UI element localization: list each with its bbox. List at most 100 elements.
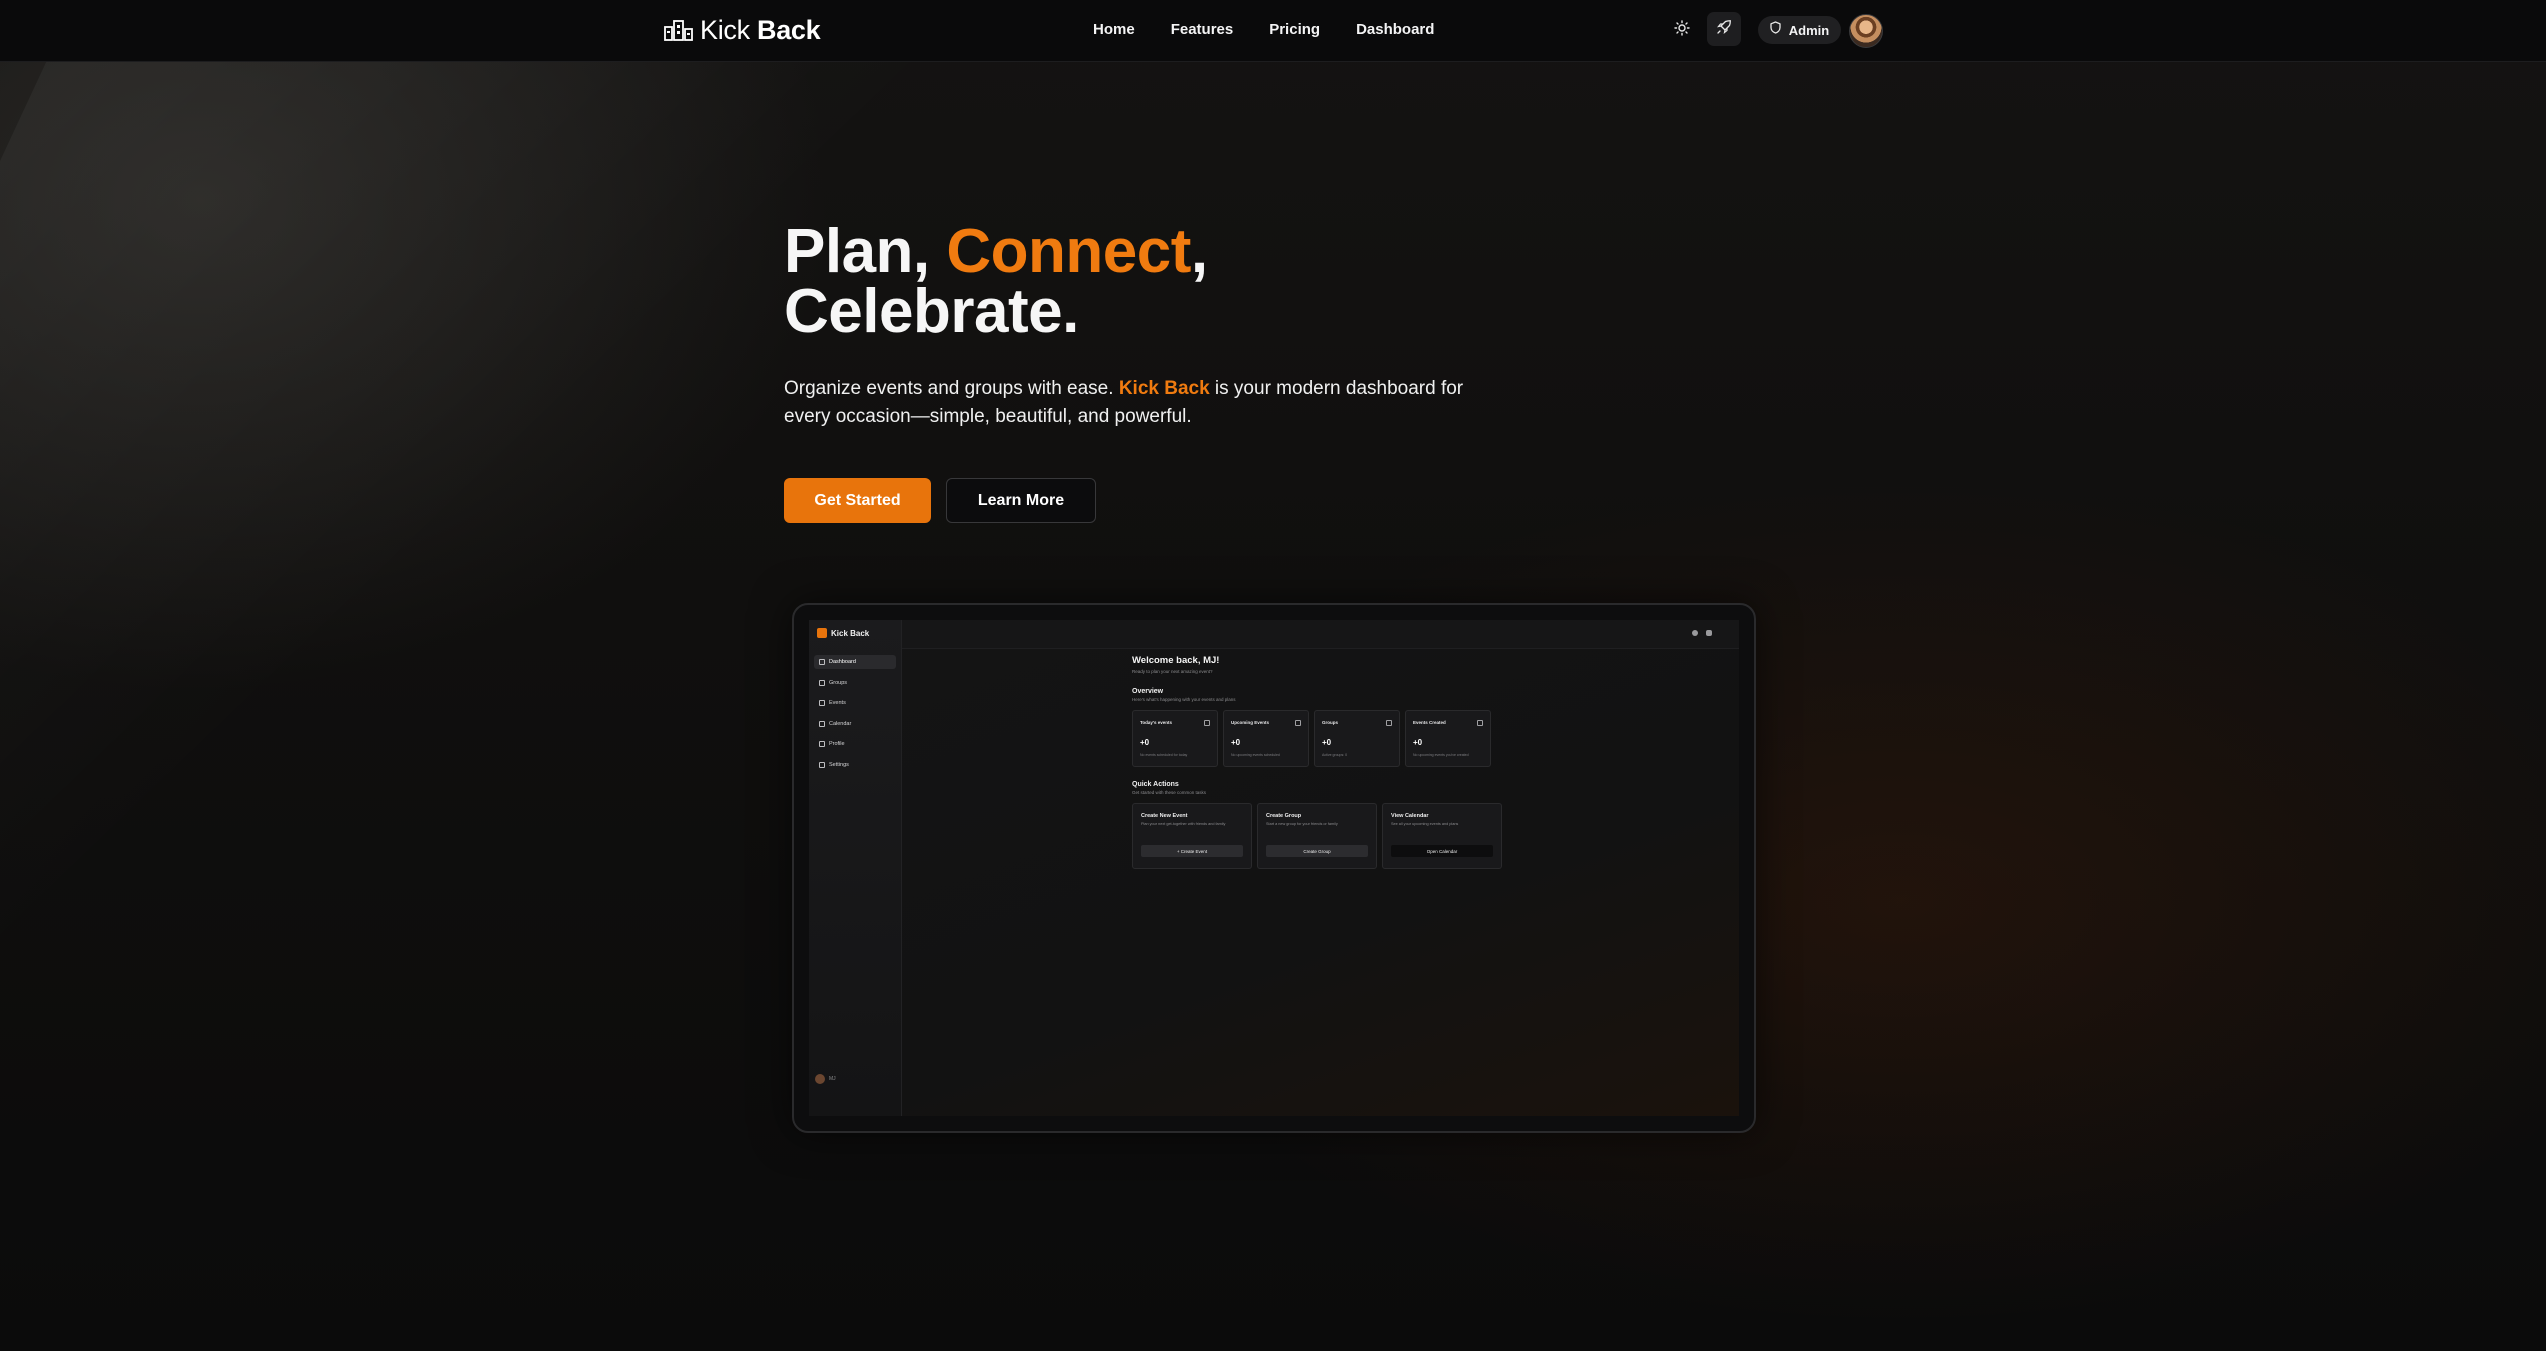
preview-avatar xyxy=(815,1074,825,1084)
preview-user: MJ xyxy=(815,1074,836,1084)
preview-sidebar-item-settings: Settings xyxy=(814,758,896,772)
stat-value: +0 xyxy=(1140,738,1150,747)
preview-sidebar-item-profile: Profile xyxy=(814,737,896,751)
admin-label: Admin xyxy=(1788,22,1830,38)
calendar-icon xyxy=(819,700,825,706)
hero-title-celebrate: Celebrate. xyxy=(784,277,1079,346)
preview-action-card: Create Group Start a new group for your … xyxy=(1257,803,1377,869)
calendar-icon xyxy=(1204,720,1210,726)
preview-sidebar-item-events: Events xyxy=(814,696,896,710)
stat-note: No upcoming events you've created xyxy=(1413,753,1469,757)
stat-value: +0 xyxy=(1322,738,1332,747)
action-title: Create New Event xyxy=(1141,813,1188,819)
preview-quick-actions-subtitle: Get started with these common tasks xyxy=(1132,790,1207,795)
stat-note: No upcoming events scheduled xyxy=(1231,753,1280,757)
main-nav: Home Features Pricing Dashboard xyxy=(1093,19,1434,41)
buildings-logo-icon xyxy=(664,19,694,41)
rocket-icon xyxy=(1716,19,1732,40)
brand-logo[interactable]: Kick Back xyxy=(664,14,821,46)
brand-name: Kick Back xyxy=(700,14,821,45)
preview-sidebar: Kick Back Dashboard Groups Events Calend… xyxy=(809,620,902,1116)
preview-sidebar-label: Dashboard xyxy=(829,659,856,665)
nav-pricing[interactable]: Pricing xyxy=(1269,19,1320,41)
shield-icon xyxy=(1770,21,1781,39)
nav-dashboard[interactable]: Dashboard xyxy=(1356,19,1434,41)
preview-logo-icon xyxy=(817,628,827,638)
user-avatar[interactable] xyxy=(1849,14,1883,48)
stat-label: Events Created xyxy=(1413,720,1446,725)
preview-sidebar-label: Profile xyxy=(829,741,845,747)
action-description: Plan your next get-together with friends… xyxy=(1141,822,1226,826)
nav-features[interactable]: Features xyxy=(1171,19,1234,41)
preview-action-card: Create New Event Plan your next get-toge… xyxy=(1132,803,1252,869)
preview-brand-name: Kick Back xyxy=(831,628,870,638)
action-description: Start a new group for your friends or fa… xyxy=(1266,822,1338,826)
preview-create-group-button: Create Group xyxy=(1266,845,1368,857)
learn-more-button[interactable]: Learn More xyxy=(946,478,1096,523)
preview-stat-card: Upcoming Events +0 No upcoming events sc… xyxy=(1223,710,1309,767)
preview-sidebar-item-calendar: Calendar xyxy=(814,717,896,731)
action-title: Create Group xyxy=(1266,813,1302,819)
home-icon xyxy=(819,659,825,665)
preview-sidebar-nav: Dashboard Groups Events Calendar Profile… xyxy=(814,655,896,778)
nav-home[interactable]: Home xyxy=(1093,19,1135,41)
preview-overview-title: Overview xyxy=(1132,688,1164,695)
preview-sun-icon xyxy=(1692,630,1698,636)
stat-note: Active groups: 0 xyxy=(1322,753,1348,757)
users-icon xyxy=(819,679,825,686)
stat-value: +0 xyxy=(1231,738,1241,747)
hero-subtitle: Organize events and groups with ease. Ki… xyxy=(784,375,1474,431)
theme-toggle-button[interactable] xyxy=(1668,16,1696,44)
calendar-icon xyxy=(819,720,825,727)
preview-overview-subtitle: Here's what's happening with your events… xyxy=(1132,697,1236,702)
stat-value: +0 xyxy=(1413,738,1423,747)
admin-badge-button[interactable]: Admin xyxy=(1758,16,1841,44)
check-icon xyxy=(1477,720,1483,726)
dashboard-preview-frame: Kick Back Dashboard Groups Events Calend… xyxy=(792,603,1756,1133)
preview-sidebar-label: Calendar xyxy=(829,720,852,727)
stat-note: No events scheduled for today xyxy=(1140,753,1188,757)
preview-quick-actions-title: Quick Actions xyxy=(1132,781,1179,788)
preview-stats: Today's events +0 No events scheduled fo… xyxy=(1132,710,1512,767)
action-description: See all your upcoming events and plans xyxy=(1391,822,1459,826)
hero-title-plan: Plan, xyxy=(784,217,947,286)
rocket-button[interactable] xyxy=(1707,12,1741,46)
preview-open-calendar-button: Open Calendar xyxy=(1391,845,1493,857)
action-title: View Calendar xyxy=(1391,813,1429,819)
dashboard-preview-screen: Kick Back Dashboard Groups Events Calend… xyxy=(809,620,1739,1116)
preview-sidebar-item-groups: Groups xyxy=(814,676,896,690)
preview-stat-card: Events Created +0 No upcoming events you… xyxy=(1405,710,1491,767)
user-icon xyxy=(819,741,825,747)
hero-subtitle-part1: Organize events and groups with ease. xyxy=(784,378,1119,399)
preview-action-card: View Calendar See all your upcoming even… xyxy=(1382,803,1502,869)
hero-title: Plan, Connect, Celebrate. xyxy=(784,221,1208,343)
preview-stat-card: Groups +0 Active groups: 0 xyxy=(1314,710,1400,767)
get-started-button[interactable]: Get Started xyxy=(784,478,931,523)
preview-user-name: MJ xyxy=(829,1076,836,1082)
preview-welcome-title: Welcome back, MJ! xyxy=(1132,655,1220,666)
sun-icon xyxy=(1674,19,1690,41)
preview-actions: Create New Event Plan your next get-toge… xyxy=(1132,803,1512,869)
preview-brand: Kick Back xyxy=(817,628,869,638)
users-icon xyxy=(1386,720,1392,726)
calendar-icon xyxy=(1295,720,1301,726)
preview-create-event-button: + Create Event xyxy=(1141,845,1243,857)
gear-icon xyxy=(819,761,825,768)
preview-sidebar-label: Settings xyxy=(829,761,849,768)
landing-page: Kick Back Home Features Pricing Dashboar… xyxy=(0,0,2546,1351)
stat-label: Groups xyxy=(1322,720,1339,725)
preview-topbar xyxy=(902,620,1739,649)
preview-rocket-icon xyxy=(1706,630,1712,636)
hero-title-comma: , xyxy=(1190,217,1208,286)
preview-main: Welcome back, MJ! Ready to plan your nex… xyxy=(1132,655,1512,869)
preview-sidebar-label: Events xyxy=(829,700,846,706)
preview-sidebar-label: Groups xyxy=(829,679,848,686)
top-navbar: Kick Back Home Features Pricing Dashboar… xyxy=(0,0,2546,62)
stat-label: Today's events xyxy=(1140,720,1172,725)
stat-label: Upcoming Events xyxy=(1231,720,1270,725)
hero-subtitle-brand: Kick Back xyxy=(1118,378,1210,399)
preview-sidebar-item-dashboard: Dashboard xyxy=(814,655,896,669)
preview-welcome-subtitle: Ready to plan your next amazing event? xyxy=(1132,669,1213,674)
preview-stat-card: Today's events +0 No events scheduled fo… xyxy=(1132,710,1218,767)
hero-title-connect: Connect xyxy=(946,217,1191,286)
